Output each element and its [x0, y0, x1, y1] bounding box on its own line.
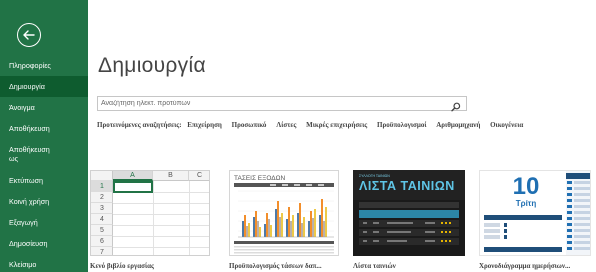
template-title: Προϋπολογισμός τάσεων δαπ...	[229, 262, 322, 270]
gridline	[113, 214, 209, 215]
gridline	[113, 247, 209, 248]
nav-item-print[interactable]: Εκτύπωση	[0, 169, 88, 191]
template-title: Λίστα ταινιών	[353, 262, 396, 270]
suggested-link-calculator[interactable]: Αριθμομηχανή	[436, 121, 480, 129]
active-cell-a1	[113, 181, 153, 193]
template-search-box	[97, 96, 467, 112]
template-title: Κενό βιβλίο εργασίας	[90, 262, 154, 270]
backstage-sidebar: Πληροφορίες Δημιουργία Άνοιγμα Αποθήκευσ…	[0, 0, 88, 272]
back-arrow-icon[interactable]	[17, 23, 41, 47]
template-title: Χρονοδιάγραμμα ημερήσιων...	[479, 262, 571, 270]
nav-item-info[interactable]: Πληροφορίες	[0, 55, 88, 76]
suggested-searches-label: Προτεινόμενες αναζητήσεις:	[97, 121, 182, 129]
nav-item-open[interactable]: Άνοιγμα	[0, 97, 88, 118]
expense-chart-graphic	[234, 183, 334, 254]
column-header: A	[113, 171, 153, 181]
suggested-link-family[interactable]: Οικογένεια	[490, 121, 523, 129]
suggested-link-budgets[interactable]: Προϋπολογισμοί	[377, 121, 427, 129]
gridline	[113, 236, 209, 237]
gridline	[113, 225, 209, 226]
suggested-link-personal[interactable]: Προσωπικό	[232, 121, 267, 129]
row-header: 5	[91, 225, 113, 236]
nav-item-export[interactable]: Εξαγωγή	[0, 212, 88, 233]
select-all-corner	[91, 171, 113, 181]
thumbnail-kicker: ΣΥΛΛΟΓΗ ΤΑΙΝΙΩΝ	[359, 174, 390, 178]
expense-trends-thumbnail: ΤΑΣΕΙΣ ΕΞΟΔΩΝ	[229, 170, 339, 256]
row-header: 1	[91, 181, 113, 192]
row-header: 7	[91, 247, 113, 255]
nav-item-new[interactable]: Δημιουργία	[0, 76, 88, 97]
column-header: C	[189, 171, 209, 181]
suggested-link-small-business[interactable]: Μικρές επιχειρήσεις	[306, 121, 367, 129]
row-header: 3	[91, 203, 113, 214]
row-header: 2	[91, 192, 113, 203]
gridline	[189, 181, 190, 255]
row-header: 4	[91, 214, 113, 225]
new-pane: Δημιουργία Προτεινόμενες αναζητήσεις: Επ…	[88, 0, 596, 272]
daily-schedule-thumbnail: 10 Τρίτη	[479, 170, 591, 256]
gridline	[153, 181, 154, 255]
gridline	[113, 203, 209, 204]
nav-item-close[interactable]: Κλείσιμο	[0, 254, 88, 272]
nav-item-share[interactable]: Κοινή χρήση	[0, 191, 88, 212]
blank-workbook-thumbnail: A B C 1 2 3 4 5 6 7	[90, 170, 210, 256]
suggested-link-lists[interactable]: Λίστες	[276, 121, 296, 129]
daily-schedule-graphic	[484, 171, 590, 255]
suggested-link-business[interactable]: Επιχείρηση	[187, 121, 222, 129]
movie-list-thumbnail: ΣΥΛΛΟΓΗ ΤΑΙΝΙΩΝ ΛΙΣΤΑ ΤΑΙΝΙΩΝ	[353, 170, 465, 256]
backstage-nav: Πληροφορίες Δημιουργία Άνοιγμα Αποθήκευσ…	[0, 55, 88, 272]
search-icon[interactable]	[451, 99, 461, 112]
page-title: Δημιουργία	[98, 54, 206, 77]
template-search-input[interactable]	[98, 97, 444, 110]
suggested-searches: Προτεινόμενες αναζητήσεις: Επιχείρηση Πρ…	[97, 121, 531, 129]
row-header: 6	[91, 236, 113, 247]
thumbnail-heading: ΛΙΣΤΑ ΤΑΙΝΙΩΝ	[359, 179, 455, 193]
nav-item-save-as[interactable]: Αποθήκευση ως	[0, 139, 60, 169]
nav-item-publish[interactable]: Δημοσίευση	[0, 233, 88, 254]
nav-item-save[interactable]: Αποθήκευση	[0, 118, 88, 139]
column-header: B	[153, 171, 189, 181]
